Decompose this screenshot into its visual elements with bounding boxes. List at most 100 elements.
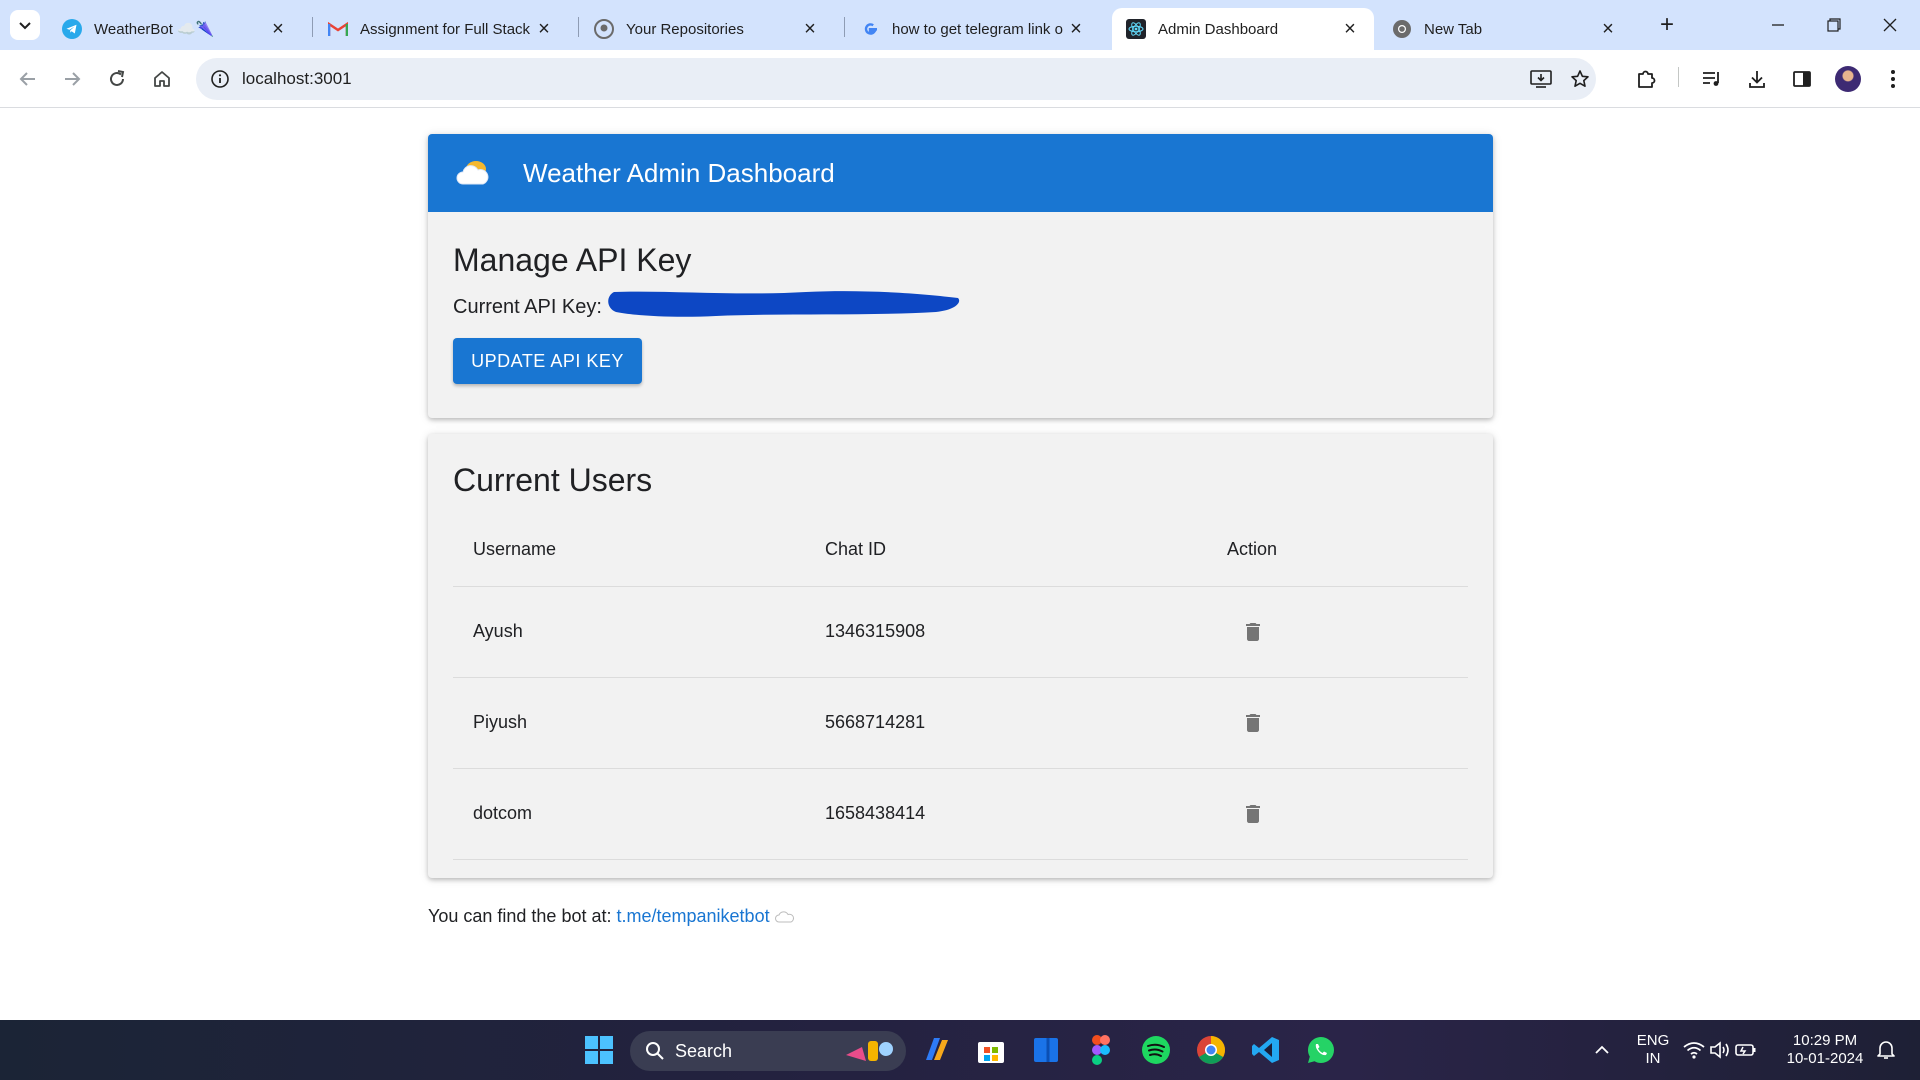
chat-id-cell: 1346315908	[805, 586, 1207, 678]
tab-separator	[844, 17, 845, 37]
chrome-icon	[1197, 1036, 1225, 1064]
forward-button[interactable]	[56, 63, 88, 95]
vscode-icon	[1252, 1037, 1279, 1063]
browser-tab-google[interactable]: how to get telegram link o ×	[846, 8, 1100, 50]
taskbar-app-spotify[interactable]	[1138, 1032, 1174, 1068]
puzzle-icon	[1638, 70, 1656, 88]
close-tab-icon[interactable]: ×	[1340, 18, 1360, 40]
tab-search-button[interactable]	[10, 10, 40, 40]
region-label: IN	[1645, 1050, 1661, 1067]
taskbar-app-copilot[interactable]	[918, 1032, 954, 1068]
close-icon	[1883, 18, 1897, 32]
notifications-button[interactable]	[1870, 1032, 1902, 1068]
telegram-icon	[62, 19, 82, 39]
trash-icon[interactable]	[1241, 711, 1265, 735]
taskbar-app-figma[interactable]	[1083, 1032, 1119, 1068]
browser-tab-strip: WeatherBot ☁️🌂 × Assignment for Full Sta…	[0, 0, 1920, 50]
address-bar[interactable]: localhost:3001	[196, 58, 1596, 100]
column-header-action: Action	[1207, 514, 1468, 587]
trash-icon[interactable]	[1241, 620, 1265, 644]
more-vertical-icon	[1891, 70, 1895, 88]
footer-text: You can find the bot at:	[428, 906, 612, 926]
toolbar-separator	[1678, 67, 1679, 87]
close-tab-icon[interactable]: ×	[800, 18, 820, 40]
taskbar-search[interactable]: Search	[630, 1031, 906, 1071]
action-cell	[1207, 768, 1468, 860]
music-queue-icon	[1703, 72, 1719, 86]
minimize-button[interactable]	[1758, 8, 1798, 42]
taskbar-app-editor[interactable]	[1028, 1032, 1064, 1068]
close-tab-icon[interactable]: ×	[1598, 18, 1618, 40]
users-heading: Current Users	[453, 462, 653, 498]
chat-id-cell: 1658438414	[805, 768, 1207, 860]
side-panel-button[interactable]	[1786, 63, 1818, 95]
close-tab-icon[interactable]: ×	[268, 18, 288, 40]
github-icon	[594, 19, 614, 39]
close-window-button[interactable]	[1870, 8, 1910, 42]
show-hidden-icons-button[interactable]	[1584, 1032, 1620, 1068]
language-label: ENG	[1636, 1032, 1670, 1049]
copilot-icon	[926, 1038, 948, 1060]
volume-icon	[1710, 1041, 1729, 1059]
taskbar-app-whatsapp[interactable]	[1303, 1032, 1339, 1068]
browser-tab-weatherbot[interactable]: WeatherBot ☁️🌂 ×	[48, 8, 302, 50]
browser-tab-gmail[interactable]: Assignment for Full Stack D ×	[314, 8, 568, 50]
browser-menu-button[interactable]	[1877, 63, 1909, 95]
app-title: Weather Admin Dashboard	[523, 158, 835, 188]
close-tab-icon[interactable]: ×	[1066, 18, 1086, 40]
wifi-icon	[1683, 1042, 1705, 1059]
bell-icon	[1877, 1041, 1895, 1059]
cloud-icon	[456, 161, 489, 185]
windows-taskbar: Search ENG IN 10:29 PM 10-01-2024	[0, 1020, 1920, 1080]
restore-icon	[1827, 18, 1841, 32]
reload-button[interactable]	[101, 63, 133, 95]
minimize-icon	[1772, 24, 1784, 26]
download-icon	[1749, 71, 1765, 88]
page-content: Manage API Key Current API Key: UPDATE A…	[0, 108, 1920, 1020]
users-card: Current Users Username Chat ID Action Ay…	[428, 434, 1493, 878]
profile-avatar[interactable]	[1835, 66, 1861, 92]
bot-link[interactable]: t.me/tempaniketbot	[617, 906, 770, 926]
quick-settings-button[interactable]	[1680, 1032, 1760, 1068]
browser-tab-github[interactable]: Your Repositories ×	[580, 8, 834, 50]
update-api-key-button[interactable]: UPDATE API KEY	[453, 338, 642, 384]
username-cell: Ayush	[453, 586, 805, 678]
trash-icon[interactable]	[1241, 802, 1265, 826]
language-indicator[interactable]: ENG IN	[1628, 1032, 1678, 1068]
table-row: Ayush 1346315908	[453, 586, 1468, 678]
arrow-right-icon	[65, 72, 81, 86]
table-row: dotcom 1658438414	[453, 768, 1468, 860]
home-button[interactable]	[146, 63, 178, 95]
taskbar-app-store[interactable]	[973, 1032, 1009, 1068]
clock-time: 10:29 PM	[1792, 1032, 1858, 1049]
site-info-icon[interactable]	[210, 69, 230, 94]
extensions-button[interactable]	[1630, 63, 1662, 95]
taskbar-app-vscode[interactable]	[1248, 1032, 1284, 1068]
microsoft-store-icon	[978, 1042, 1004, 1063]
chrome-icon	[1392, 19, 1412, 39]
restore-button[interactable]	[1814, 8, 1854, 42]
back-button[interactable]	[12, 63, 44, 95]
start-button[interactable]	[581, 1032, 617, 1068]
bookmark-star-icon[interactable]	[1570, 69, 1590, 94]
close-tab-icon[interactable]: ×	[534, 18, 554, 40]
api-key-heading: Manage API Key	[453, 242, 692, 278]
bot-link-footer: You can find the bot at: t.me/tempaniket…	[428, 906, 795, 927]
clock[interactable]: 10:29 PM 10-01-2024	[1778, 1032, 1872, 1068]
search-label: Search	[675, 1041, 733, 1061]
column-header-chat-id: Chat ID	[805, 514, 1207, 587]
figma-icon	[1092, 1035, 1110, 1065]
username-cell: Piyush	[453, 677, 805, 769]
side-panel-icon	[1793, 71, 1811, 87]
media-control-button[interactable]	[1696, 63, 1728, 95]
address-url[interactable]: localhost:3001	[242, 58, 352, 100]
browser-tab-new-tab[interactable]: New Tab ×	[1378, 8, 1632, 50]
search-highlight-icon	[846, 1041, 893, 1061]
chevron-down-icon	[19, 22, 31, 30]
browser-tab-admin-dashboard[interactable]: Admin Dashboard ×	[1112, 8, 1374, 50]
new-tab-button[interactable]: +	[1652, 10, 1682, 40]
install-app-icon[interactable]	[1530, 69, 1552, 94]
downloads-button[interactable]	[1741, 63, 1773, 95]
taskbar-app-chrome[interactable]	[1193, 1032, 1229, 1068]
home-icon	[154, 71, 170, 87]
